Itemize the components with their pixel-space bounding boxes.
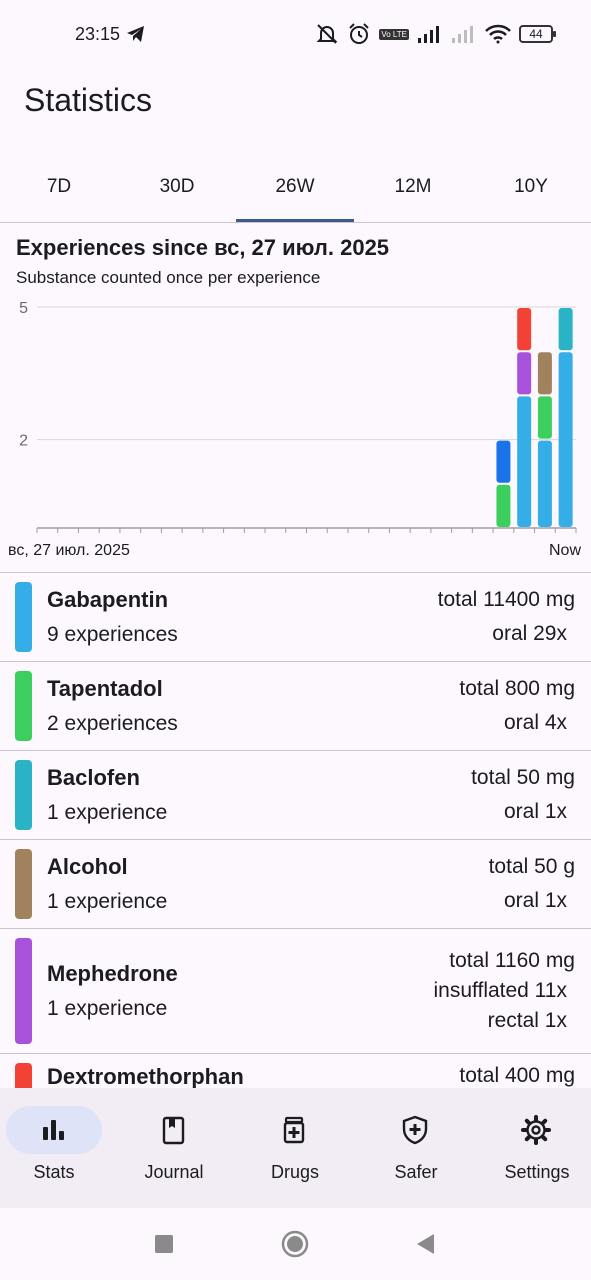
status-icons: Vo LTE 44 — [315, 22, 556, 46]
tab-label: 7D — [46, 176, 72, 197]
time-range-tabs: 7D 30D 26W 12M 10Y — [0, 160, 591, 223]
chart-x-start-label: вс, 27 июл. 2025 — [8, 542, 130, 559]
substance-row-tapentadol[interactable]: Tapentadol 2 experiences total 800 mg or… — [0, 662, 591, 751]
substance-route: oral 4x — [503, 711, 567, 734]
substance-row-baclofen[interactable]: Baclofen 1 experience total 50 mg oral 1… — [0, 751, 591, 840]
substance-route: oral 29x — [492, 622, 567, 645]
battery-icon: 44 — [519, 25, 556, 43]
signal-weak-icon — [452, 26, 473, 43]
substance-experiences: 1 experience — [47, 801, 168, 824]
tab-label: 12M — [394, 176, 432, 197]
substance-row-mephedrone[interactable]: Mephedrone 1 experience total 1160 mg in… — [0, 929, 591, 1054]
nav-label: Safer — [394, 1162, 438, 1182]
back-button[interactable] — [414, 1232, 436, 1256]
experiences-chart: 25 — [19, 300, 577, 533]
substance-name: Baclofen — [47, 765, 140, 790]
volte-icon: Vo LTE — [379, 28, 409, 40]
substance-route: oral 1x — [503, 800, 567, 823]
chart-bar-segment-tapentadol — [537, 396, 552, 439]
substance-color-bar — [15, 1063, 32, 1089]
nav-stats[interactable]: Stats — [0, 1088, 118, 1208]
nav-journal[interactable]: Journal — [120, 1088, 238, 1208]
substance-route: oral 1x — [503, 889, 567, 912]
substance-name: Tapentadol — [47, 676, 163, 701]
chart-bar-segment-gabapentin — [517, 396, 532, 527]
chart-bar-segment-gabapentin — [537, 440, 552, 527]
nav-drugs[interactable]: Drugs — [241, 1088, 359, 1208]
substance-total: total 11400 mg — [437, 588, 575, 611]
home-button[interactable] — [281, 1230, 309, 1258]
substance-name: Alcohol — [47, 854, 128, 879]
recents-button[interactable] — [154, 1234, 174, 1254]
substance-list[interactable]: Gabapentin 9 experiences total 11400 mg … — [0, 572, 591, 1089]
substance-experiences: 9 experiences — [47, 623, 178, 646]
chart-bar-segment-gabapentin — [558, 352, 573, 527]
bottom-navigation: Stats Journal Drugs Safer Settings — [0, 1088, 591, 1208]
substance-color-bar — [15, 671, 32, 741]
substance-experiences: 1 experience — [47, 890, 168, 913]
tab-active-indicator — [236, 219, 354, 222]
status-bar: 23:15 Vo LTE 44 — [0, 0, 591, 68]
chart-y-tick-label: 5 — [19, 300, 28, 317]
tab-label: 30D — [159, 176, 195, 197]
substance-total: total 800 mg — [459, 677, 575, 700]
alarm-icon — [349, 23, 370, 44]
substance-color-bar — [15, 582, 32, 652]
chart-title: Experiences since вс, 27 июл. 2025 — [16, 235, 390, 260]
tab-7d[interactable]: 7D — [0, 160, 118, 222]
chart-bar-segment-mephedrone — [517, 352, 532, 395]
chart-bar-segment-dextromethorphan — [517, 308, 532, 351]
chart-subtitle: Substance counted once per experience — [16, 268, 321, 287]
wifi-icon — [485, 24, 511, 44]
tab-12m[interactable]: 12M — [354, 160, 472, 222]
substance-color-bar — [15, 938, 32, 1044]
signal-icon — [418, 26, 439, 43]
substance-route: rectal 1x — [487, 1009, 567, 1032]
system-navigation-bar — [0, 1208, 591, 1280]
chart-bar-segment-unknown-blue — [496, 440, 511, 483]
substance-total: total 400 mg — [459, 1064, 575, 1087]
nav-label: Settings — [504, 1162, 570, 1182]
journal-icon — [162, 1116, 185, 1145]
substance-name: Mephedrone — [47, 961, 178, 986]
substance-name: Gabapentin — [47, 587, 169, 612]
substance-experiences: 1 experience — [47, 997, 168, 1020]
tab-26w[interactable]: 26W — [236, 160, 354, 222]
shield-icon — [402, 1115, 428, 1145]
substance-total: total 50 g — [488, 855, 575, 878]
telegram-icon — [127, 26, 144, 42]
nav-label: Stats — [33, 1162, 75, 1182]
substance-total: total 1160 mg — [449, 949, 575, 972]
substance-row-dextromethorphan[interactable]: Dextromethorphan total 400 mg — [0, 1054, 591, 1089]
substance-name: Dextromethorphan — [47, 1064, 244, 1089]
bell-off-icon — [316, 24, 338, 44]
tab-label: 26W — [275, 176, 315, 197]
substance-color-bar — [15, 849, 32, 919]
substance-experiences: 2 experiences — [47, 712, 178, 735]
tab-label: 10Y — [514, 176, 548, 197]
chart-x-end-label: Now — [548, 542, 581, 559]
substance-row-alcohol[interactable]: Alcohol 1 experience total 50 g oral 1x — [0, 840, 591, 929]
chart-y-tick-label: 2 — [19, 433, 28, 450]
drugs-icon — [283, 1116, 305, 1144]
chart-bar-segment-baclofen — [558, 308, 573, 351]
nav-safer[interactable]: Safer — [362, 1088, 480, 1208]
nav-settings[interactable]: Settings — [483, 1088, 591, 1208]
tab-10y[interactable]: 10Y — [472, 160, 590, 222]
chart-bar-segment-tapentadol — [496, 484, 511, 527]
tab-30d[interactable]: 30D — [118, 160, 236, 222]
substance-color-bar — [15, 760, 32, 830]
substance-row-gabapentin[interactable]: Gabapentin 9 experiences total 11400 mg … — [0, 573, 591, 662]
status-time: 23:15 — [75, 24, 121, 44]
bar-chart-icon — [43, 1120, 64, 1140]
page-title: Statistics — [24, 82, 153, 118]
substance-total: total 50 mg — [471, 766, 575, 789]
nav-label: Journal — [144, 1162, 204, 1182]
chart-bar-segment-alcohol — [537, 352, 552, 395]
substance-route: insufflated 11x — [433, 979, 568, 1002]
gear-icon — [521, 1115, 551, 1145]
nav-label: Drugs — [270, 1162, 319, 1182]
